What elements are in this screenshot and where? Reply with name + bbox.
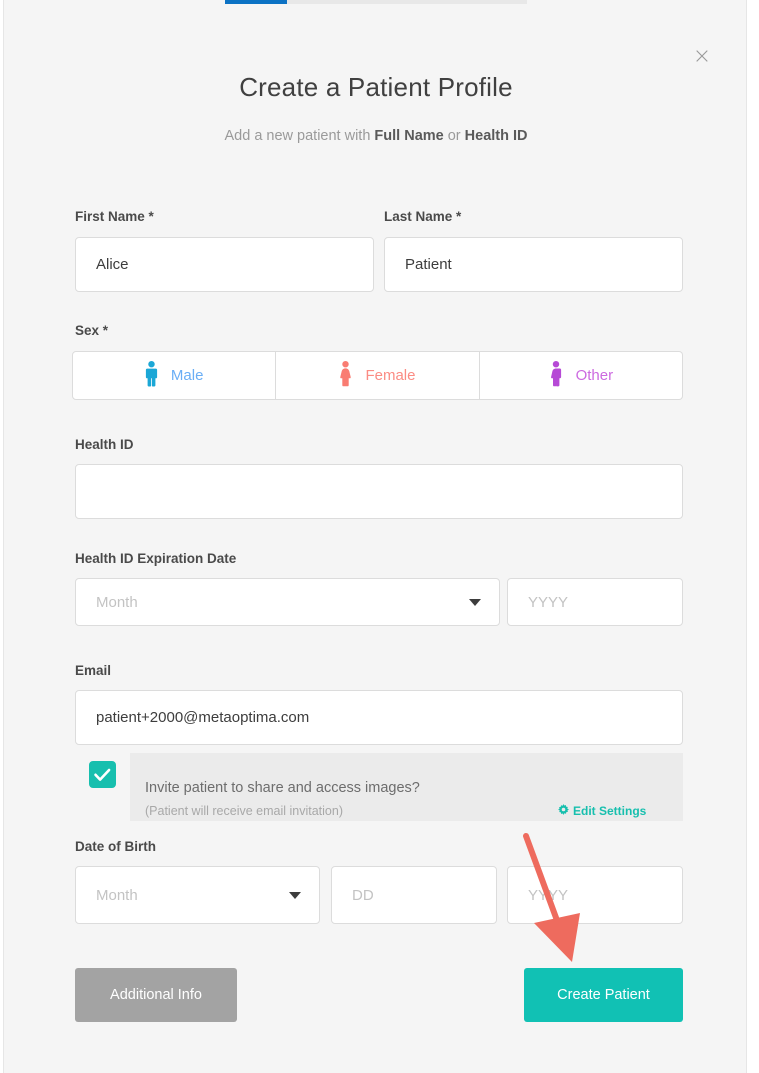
- dialog-subtitle: Add a new patient with Full Name or Heal…: [4, 128, 746, 144]
- male-figure-icon: [145, 360, 158, 391]
- dob-month-value: Month: [96, 886, 138, 904]
- last-name-label: Last Name *: [384, 209, 462, 224]
- subtitle-prefix: Add a new patient with: [224, 128, 375, 144]
- additional-info-button[interactable]: Additional Info: [75, 968, 237, 1022]
- dob-month-select[interactable]: Month: [75, 866, 320, 924]
- edit-settings-link[interactable]: Edit Settings: [558, 804, 646, 818]
- sex-segmented-control: Male Female Other: [72, 351, 683, 400]
- female-figure-icon: [339, 360, 352, 391]
- sex-option-female[interactable]: Female: [276, 351, 480, 400]
- create-patient-dialog: × Create a Patient Profile Add a new pat…: [3, 0, 747, 1073]
- dob-year-input[interactable]: YYYY: [507, 866, 683, 924]
- create-patient-button[interactable]: Create Patient: [524, 968, 683, 1022]
- close-icon[interactable]: ×: [688, 43, 716, 71]
- wizard-progress-track: [225, 0, 527, 4]
- sex-option-other-label: Other: [575, 367, 614, 384]
- subtitle-healthid: Health ID: [464, 128, 528, 144]
- sex-option-female-label: Female: [365, 367, 416, 384]
- page-title: Create a Patient Profile: [239, 72, 513, 102]
- health-id-expiration-year-input[interactable]: YYYY: [507, 578, 683, 626]
- health-id-label: Health ID: [75, 437, 134, 452]
- edit-settings-label: Edit Settings: [573, 804, 647, 818]
- health-id-expiration-label: Health ID Expiration Date: [75, 551, 237, 566]
- chevron-down-icon: [469, 599, 481, 606]
- first-name-label: First Name *: [75, 209, 154, 224]
- sex-option-other[interactable]: Other: [479, 351, 683, 400]
- health-id-expiration-month-select[interactable]: Month: [75, 578, 500, 626]
- invite-checkbox[interactable]: [89, 761, 116, 788]
- subtitle-middle: or: [443, 128, 465, 144]
- invite-sub-text: (Patient will receive email invitation): [145, 804, 343, 818]
- date-of-birth-label: Date of Birth: [75, 839, 156, 854]
- email-label: Email: [75, 663, 112, 678]
- chevron-down-icon: [289, 892, 301, 899]
- other-figure-icon: [549, 360, 563, 391]
- wizard-progress-fill: [225, 0, 287, 4]
- invite-main-text: Invite patient to share and access image…: [145, 780, 420, 796]
- sex-label: Sex *: [75, 323, 109, 338]
- last-name-input[interactable]: Patient: [384, 237, 683, 292]
- sex-option-male-label: Male: [170, 367, 204, 384]
- email-input[interactable]: patient+2000@metaoptima.com: [75, 690, 683, 745]
- subtitle-fullname: Full Name: [374, 128, 444, 144]
- health-id-input[interactable]: [75, 464, 683, 519]
- sex-option-male[interactable]: Male: [72, 351, 277, 400]
- gear-icon: [558, 804, 569, 818]
- first-name-input[interactable]: Alice: [75, 237, 374, 292]
- health-id-expiration-month-value: Month: [96, 593, 138, 611]
- dob-day-input[interactable]: DD: [331, 866, 497, 924]
